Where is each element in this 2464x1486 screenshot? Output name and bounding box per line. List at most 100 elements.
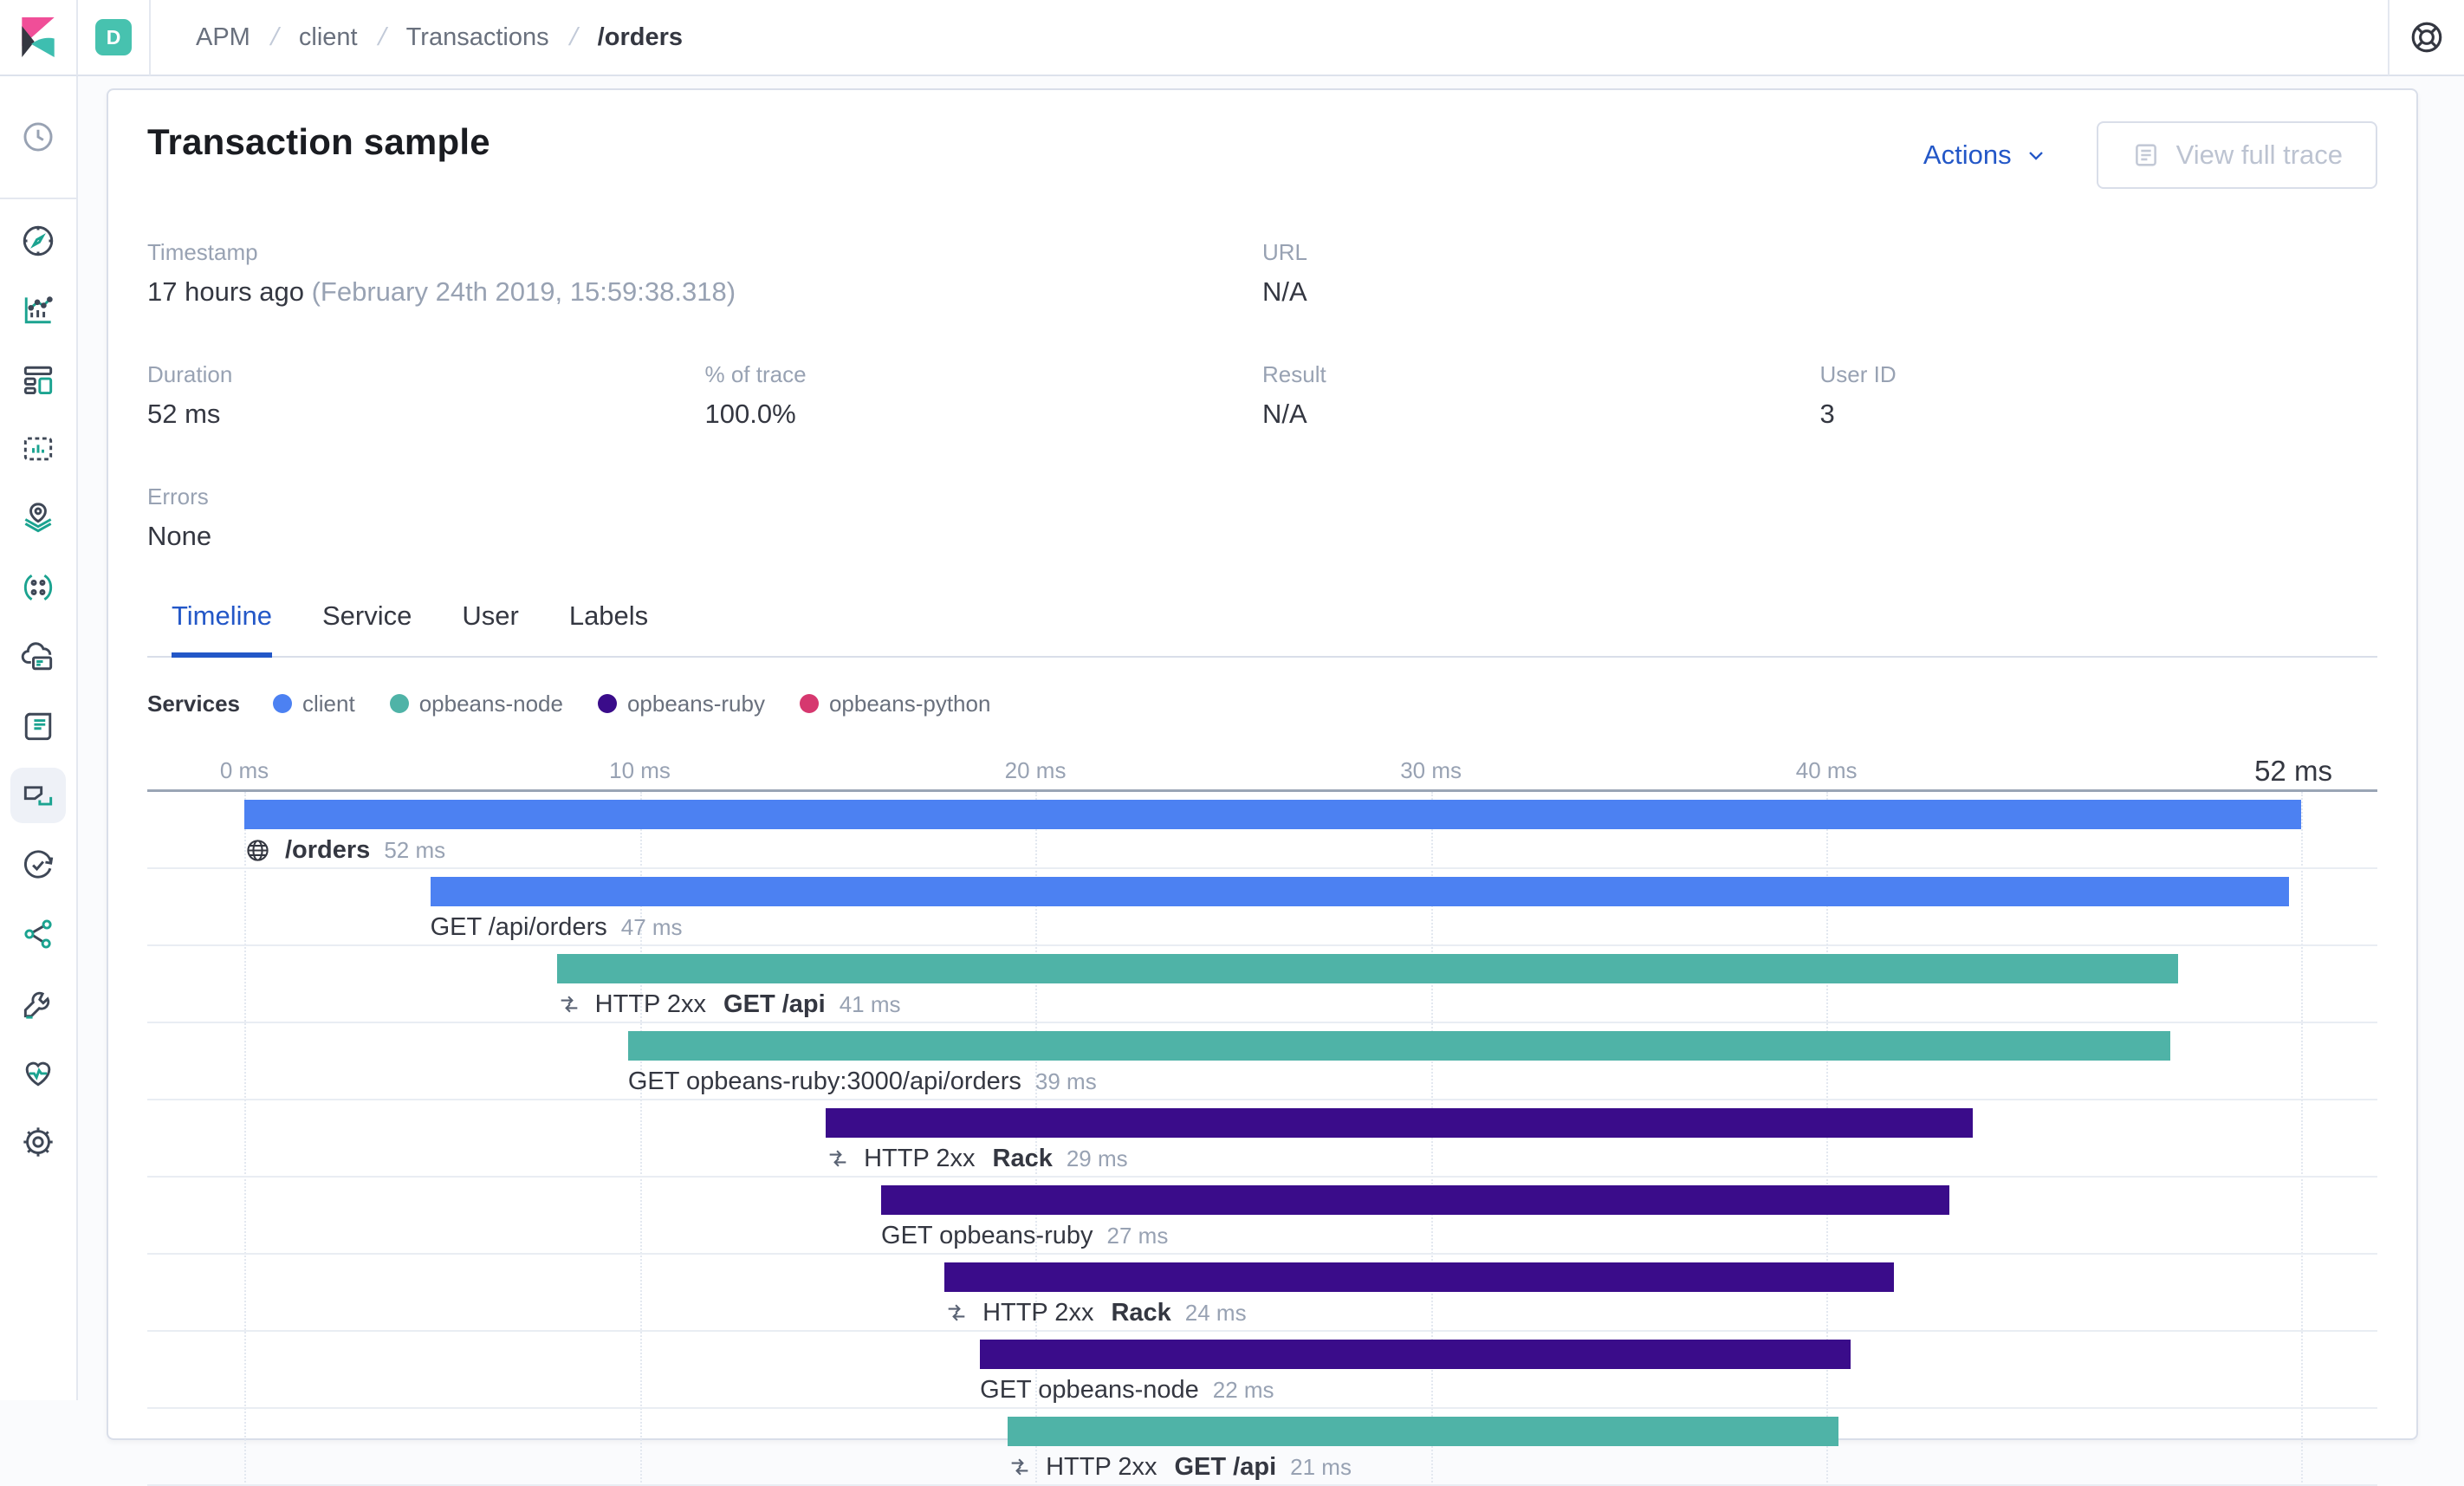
tab-timeline[interactable]: Timeline: [172, 600, 272, 658]
tab-service[interactable]: Service: [322, 600, 412, 658]
waterfall-row: GET opbeans-ruby27 ms: [147, 1178, 2377, 1255]
breadcrumb-item-orders: /orders: [598, 23, 683, 52]
actions-dropdown[interactable]: Actions: [1923, 140, 2048, 171]
span-label[interactable]: GET opbeans-ruby:3000/api/orders 39 ms: [628, 1065, 1097, 1098]
sidebar-item-recently-viewed[interactable]: [0, 76, 76, 198]
breadcrumb-item-apm[interactable]: APM: [196, 23, 250, 52]
legend-title: Services: [147, 691, 240, 717]
meta-duration: Duration 52 ms: [147, 361, 705, 430]
breadcrumb-item-client[interactable]: client: [299, 23, 358, 52]
span-name: GET opbeans-ruby:3000/api/orders: [628, 1067, 1021, 1096]
services-legend: Services client opbeans-node opbeans-ruby o…: [147, 689, 2377, 718]
waterfall-row: GET opbeans-ruby:3000/api/orders 39 ms: [147, 1023, 2377, 1100]
dashboard-icon: [19, 360, 57, 399]
merge-icon: [944, 1301, 969, 1325]
document-icon: [2131, 140, 2161, 170]
axis-tick-label: 40 ms: [1796, 757, 1858, 784]
breadcrumb-separator: /: [374, 23, 388, 52]
sidebar-item-logs[interactable]: [0, 691, 76, 761]
tab-labels[interactable]: Labels: [569, 600, 648, 658]
actions-label: Actions: [1923, 140, 2012, 171]
clock-icon: [19, 118, 57, 156]
logs-icon: [19, 707, 57, 745]
sidebar-item-visualize[interactable]: [0, 276, 76, 345]
kibana-logo-icon: [18, 15, 58, 60]
meta-timestamp: Timestamp 17 hours ago (February 24th 20…: [147, 239, 1262, 308]
span-label[interactable]: HTTP 2xxGET /api41 ms: [557, 988, 901, 1021]
legend-label: opbeans-python: [829, 691, 990, 717]
sidebar-item-canvas[interactable]: [0, 414, 76, 483]
merge-icon: [557, 992, 581, 1016]
waterfall: /orders52 ms GET /api/orders47 ms HTTP 2xx…: [147, 792, 2377, 1486]
sidebar-item-graph[interactable]: [0, 899, 76, 969]
breadcrumb-item-transactions[interactable]: Transactions: [406, 23, 549, 52]
sidebar-item-maps[interactable]: [0, 483, 76, 553]
span-duration: 39 ms: [1035, 1068, 1097, 1095]
visualize-icon: [19, 291, 57, 329]
help-button[interactable]: [2389, 0, 2464, 75]
span-bar[interactable]: [628, 1031, 2171, 1061]
span-label[interactable]: GET opbeans-ruby27 ms: [881, 1219, 1168, 1252]
topbar-divider: [76, 0, 78, 75]
transaction-sample-panel: Transaction sample Actions View full tra…: [107, 88, 2418, 1440]
span-bar[interactable]: [980, 1340, 1850, 1369]
apm-icon: [19, 776, 57, 814]
breadcrumb-separator: /: [268, 23, 282, 52]
chevron-down-icon: [2024, 143, 2048, 167]
span-label[interactable]: /orders52 ms: [244, 834, 445, 866]
span-bar[interactable]: [244, 800, 2301, 829]
span-bar[interactable]: [944, 1262, 1894, 1292]
top-navigation-bar: D APM/client/Transactions//orders: [0, 0, 2464, 76]
legend-item-client[interactable]: client: [273, 691, 355, 717]
span-bar[interactable]: [1008, 1417, 1838, 1446]
legend-label: opbeans-ruby: [627, 691, 765, 717]
span-bar[interactable]: [881, 1185, 1949, 1215]
legend-item-opbeans-python[interactable]: opbeans-python: [800, 691, 990, 717]
sidebar-divider: [0, 198, 76, 199]
time-axis: 0 ms10 ms20 ms30 ms40 ms52 ms: [147, 744, 2377, 789]
page-title: Transaction sample: [147, 121, 490, 163]
topbar-divider: [149, 0, 151, 75]
uptime-icon: [19, 846, 57, 884]
main-content: Transaction sample Actions View full tra…: [80, 78, 2464, 1400]
span-prefix: HTTP 2xx: [1046, 1453, 1157, 1482]
span-prefix: HTTP 2xx: [595, 990, 706, 1019]
infrastructure-icon: [19, 638, 57, 676]
sidebar-item-dashboard[interactable]: [0, 345, 76, 414]
span-label[interactable]: GET /api/orders47 ms: [431, 911, 683, 944]
legend-item-opbeans-node[interactable]: opbeans-node: [390, 691, 563, 717]
legend-item-opbeans-ruby[interactable]: opbeans-ruby: [598, 691, 765, 717]
sidebar-item-machine-learning[interactable]: [0, 553, 76, 622]
space-avatar[interactable]: D: [95, 19, 132, 55]
span-bar[interactable]: [826, 1108, 1973, 1138]
span-label[interactable]: GET opbeans-node22 ms: [980, 1373, 1274, 1406]
sidebar-item-discover[interactable]: [0, 206, 76, 276]
span-name: GET /api: [723, 990, 826, 1019]
machine-learning-icon: [19, 568, 57, 607]
tab-user[interactable]: User: [462, 600, 518, 658]
kibana-logo[interactable]: [0, 0, 76, 75]
span-bar[interactable]: [557, 954, 2179, 983]
meta-result: Result N/A: [1262, 361, 1820, 430]
span-duration: 27 ms: [1107, 1223, 1169, 1249]
maps-icon: [19, 499, 57, 537]
span-duration: 24 ms: [1185, 1300, 1247, 1327]
meta-url: URL N/A: [1262, 239, 2377, 308]
sidebar-item-uptime[interactable]: [0, 830, 76, 899]
span-duration: 21 ms: [1290, 1454, 1352, 1481]
sidebar-item-monitoring[interactable]: [0, 1038, 76, 1107]
merge-icon: [826, 1146, 850, 1171]
span-prefix: HTTP 2xx: [982, 1299, 1093, 1327]
span-bar[interactable]: [431, 877, 2290, 906]
sidebar-item-infrastructure[interactable]: [0, 622, 76, 691]
span-label[interactable]: HTTP 2xxRack24 ms: [944, 1296, 1247, 1329]
legend-dot-icon: [273, 694, 292, 713]
span-label[interactable]: HTTP 2xxGET /api21 ms: [1008, 1450, 1352, 1483]
axis-total-duration: 52 ms: [2254, 755, 2332, 788]
span-duration: 29 ms: [1067, 1145, 1128, 1172]
sidebar-item-dev-tools[interactable]: [0, 969, 76, 1038]
sidebar-item-management[interactable]: [0, 1107, 76, 1177]
sidebar-item-apm[interactable]: [0, 761, 76, 830]
span-label[interactable]: HTTP 2xxRack29 ms: [826, 1142, 1128, 1175]
view-full-trace-button[interactable]: View full trace: [2097, 121, 2377, 189]
